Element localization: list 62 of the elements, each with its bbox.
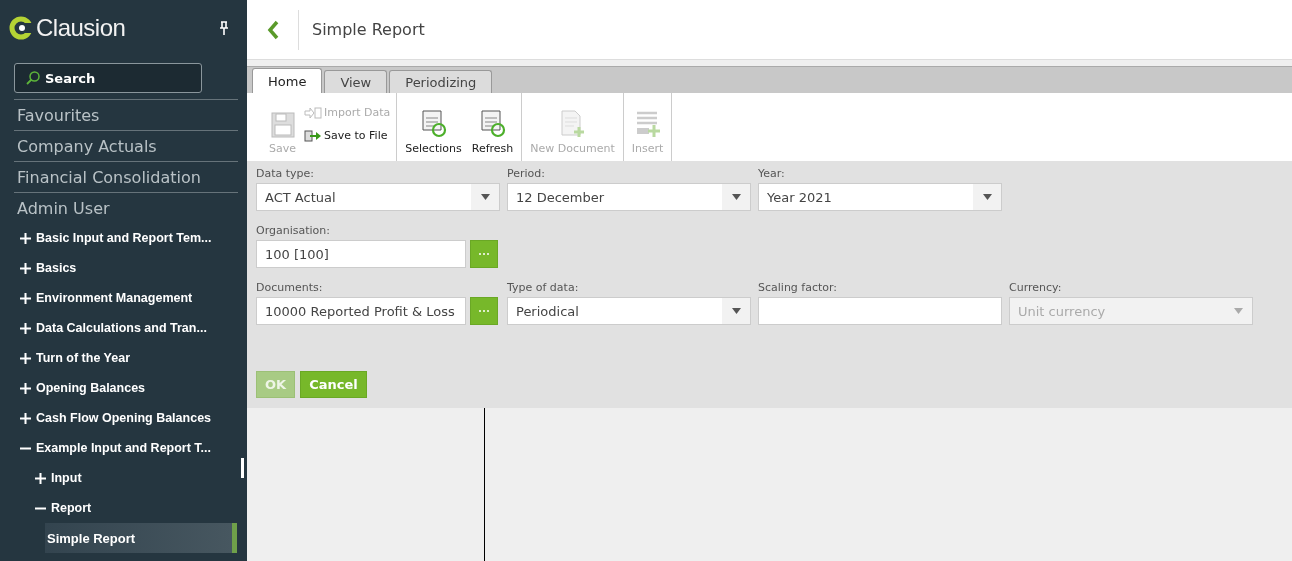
input-field[interactable]: 10000 Reported Profit & Loss [256, 297, 466, 325]
field-label: Year: [758, 167, 786, 180]
plus-icon[interactable] [20, 382, 31, 394]
plus-icon[interactable] [20, 232, 31, 244]
sidebar-section[interactable]: Admin User [14, 192, 238, 223]
caret-icon [982, 194, 992, 200]
dropdown[interactable]: ACT Actual [256, 183, 500, 211]
caret-icon [731, 308, 741, 314]
plus-icon[interactable] [20, 412, 31, 424]
plus-icon[interactable] [20, 262, 31, 274]
tree-item[interactable]: Basics [36, 261, 77, 275]
tree-item[interactable]: Simple Report [45, 523, 237, 553]
plus-icon[interactable] [35, 472, 46, 484]
tree-item[interactable]: Basic Input and Report Tem... [36, 231, 212, 245]
input-field[interactable]: 100 [100] [256, 240, 466, 268]
logo-icon [9, 16, 33, 40]
new-document-icon [559, 110, 586, 138]
import-icon [304, 106, 322, 119]
tree-item[interactable]: Environment Management [36, 291, 193, 305]
sidebar-section[interactable]: Company Actuals [14, 130, 238, 161]
field-label: Data type: [256, 167, 316, 180]
caret-icon [731, 194, 741, 200]
tree-item[interactable]: Turn of the Year [36, 351, 130, 365]
page-title: Simple Report [312, 20, 425, 39]
tree-item[interactable]: Data Calculations and Tran... [36, 321, 207, 335]
dropdown[interactable]: 12 December [507, 183, 751, 211]
field-label: Scaling factor: [758, 281, 839, 294]
search-icon [26, 71, 40, 85]
toolbar-button[interactable]: Save to File [304, 129, 391, 142]
field-label: Currency: [1009, 281, 1063, 294]
dropdown[interactable]: Year 2021 [758, 183, 1002, 211]
search-field[interactable]: Search [14, 63, 202, 93]
tree-item[interactable]: Input [51, 471, 82, 485]
input-field[interactable] [758, 297, 1002, 325]
field-label: Organisation: [256, 224, 331, 237]
field-label: Documents: [256, 281, 324, 294]
field-label: Period: [507, 167, 546, 180]
tree-item[interactable]: Cash Flow Opening Balances [36, 411, 212, 425]
toolbar-button[interactable]: Selections [403, 93, 464, 161]
plus-icon[interactable] [20, 352, 31, 364]
caret-icon [480, 194, 490, 200]
tab[interactable]: View [324, 70, 388, 93]
tab[interactable]: Periodizing [389, 70, 493, 93]
sidebar-section[interactable]: Financial Consolidation [14, 161, 238, 192]
tree-item[interactable]: Example Input and Report T... [36, 441, 212, 455]
insert-rows-icon [634, 110, 661, 138]
pin-icon[interactable] [219, 21, 229, 35]
sidebar-section[interactable]: Favourites [14, 99, 238, 130]
caret-icon [1233, 308, 1243, 314]
plus-icon[interactable] [20, 292, 31, 304]
logo-text: Clausion [36, 14, 126, 42]
export-icon [304, 129, 322, 142]
tree-item[interactable]: Report [51, 501, 92, 515]
document-refresh-icon [420, 110, 447, 138]
dropdown[interactable]: Periodical [507, 297, 751, 325]
tab[interactable]: Home [252, 68, 323, 93]
plus-icon[interactable] [20, 322, 31, 334]
tree-item[interactable]: Opening Balances [36, 381, 146, 395]
chevron-left-icon [266, 19, 279, 40]
field-label: Type of data: [507, 281, 580, 294]
toolbar-button[interactable]: Refresh [469, 93, 516, 161]
document-refresh-icon [479, 110, 506, 138]
